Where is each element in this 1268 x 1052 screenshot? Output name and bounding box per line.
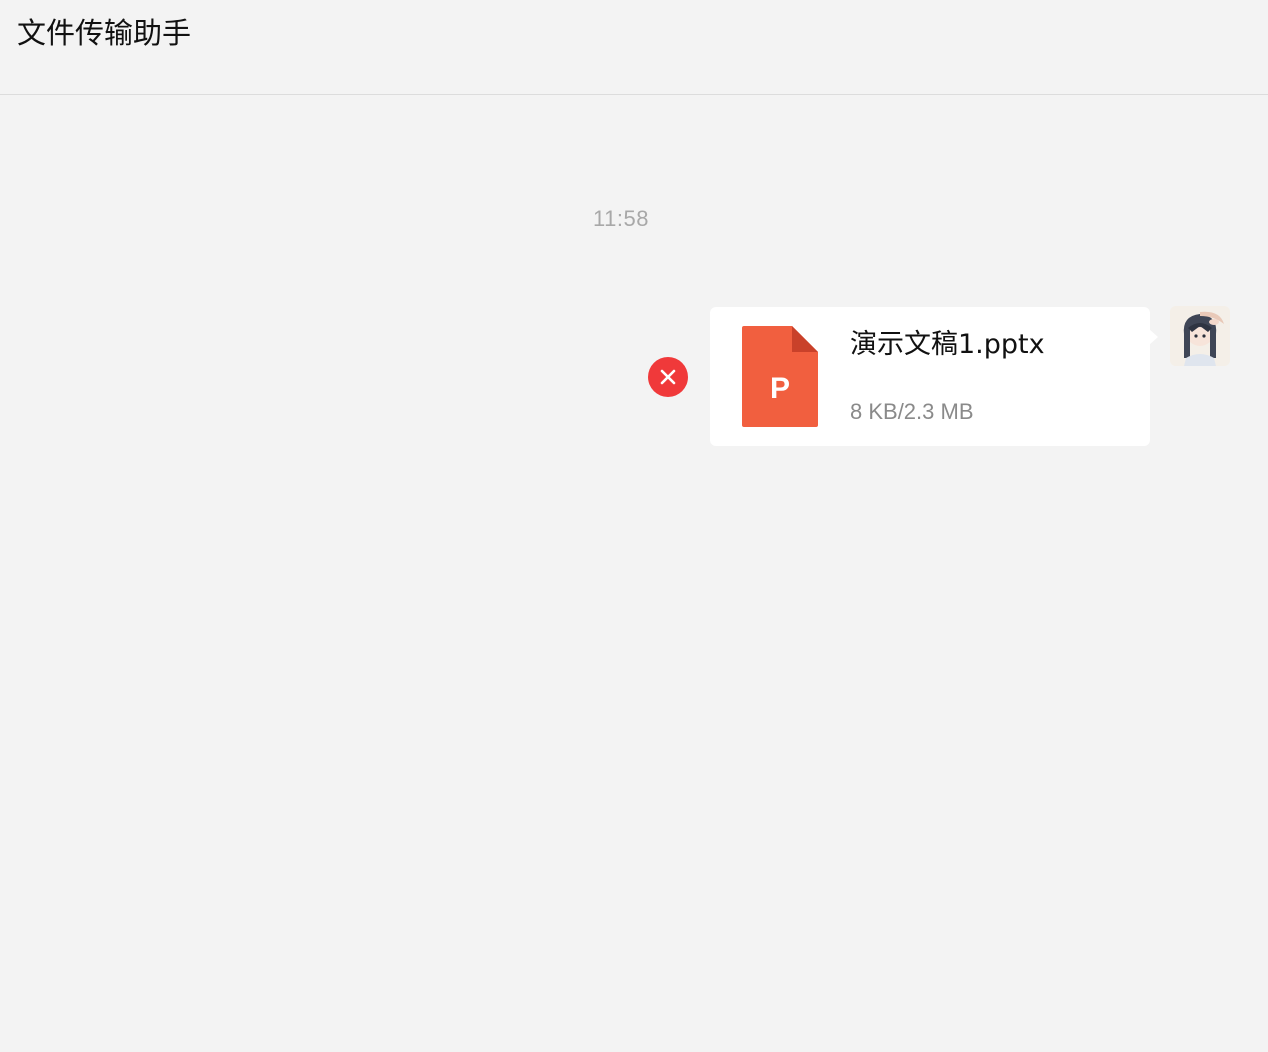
pptx-file-icon: P — [742, 326, 818, 427]
bubble-tail — [1149, 329, 1158, 345]
chat-title: 文件传输助手 — [17, 16, 192, 50]
pptx-icon-letter: P — [770, 372, 790, 405]
chat-window: 文件传输助手 11:58 P 演示文稿1.pptx 8 KB/2.3 MB — [0, 0, 1268, 1052]
message-timestamp: 11:58 — [593, 206, 649, 231]
error-x-icon[interactable] — [648, 357, 688, 397]
file-message-bubble[interactable]: P 演示文稿1.pptx 8 KB/2.3 MB — [710, 307, 1150, 446]
file-size: 8 KB/2.3 MB — [850, 399, 974, 424]
chat-header: 文件传输助手 — [0, 0, 1268, 95]
file-name: 演示文稿1.pptx — [850, 329, 1045, 360]
message-list[interactable]: 11:58 P 演示文稿1.pptx 8 KB/2.3 MB — [0, 95, 1268, 1052]
avatar[interactable] — [1170, 306, 1230, 366]
